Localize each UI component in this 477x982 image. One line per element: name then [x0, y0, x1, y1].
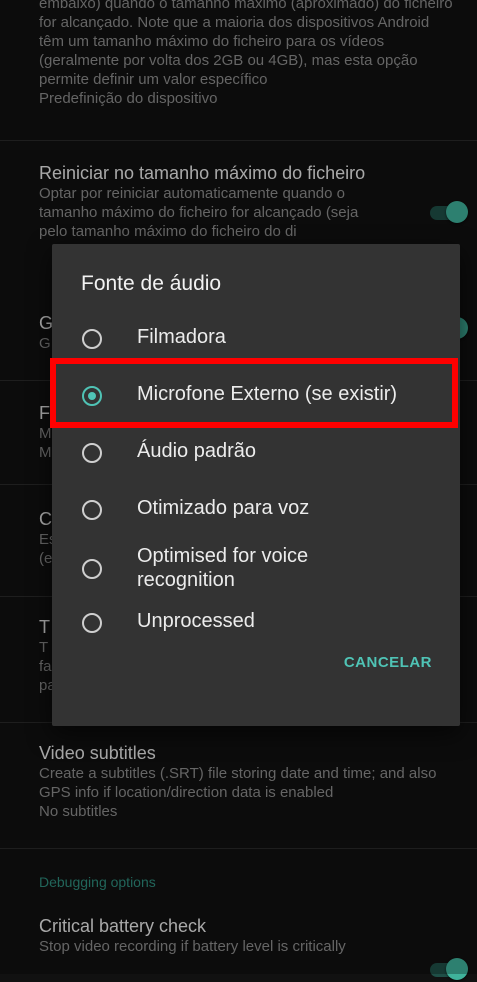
option-voice-recognition[interactable]: Optimised for voice recognition: [52, 538, 460, 608]
cancel-button[interactable]: CANCELAR: [344, 654, 432, 671]
option-label: Otimizado para voz: [137, 497, 310, 519]
dialog-title: Fonte de áudio: [81, 272, 222, 295]
radio-unchecked-icon[interactable]: [82, 329, 102, 349]
option-label: Filmadora: [137, 326, 226, 348]
radio-unchecked-icon[interactable]: [82, 443, 102, 463]
option-otimizado-voz[interactable]: Otimizado para voz: [52, 481, 460, 537]
radio-unchecked-icon[interactable]: [82, 500, 102, 520]
option-label: Optimised for voice recognition: [137, 545, 309, 591]
selection-highlight-box: [50, 358, 458, 428]
audio-source-dialog: Fonte de áudio Filmadora Microfone Exter…: [52, 244, 460, 726]
option-audio-padrao[interactable]: Áudio padrão: [52, 424, 460, 480]
option-label: Áudio padrão: [137, 440, 256, 462]
option-label: Unprocessed: [137, 610, 255, 632]
radio-unchecked-icon[interactable]: [82, 613, 102, 633]
radio-unchecked-icon[interactable]: [82, 559, 102, 579]
